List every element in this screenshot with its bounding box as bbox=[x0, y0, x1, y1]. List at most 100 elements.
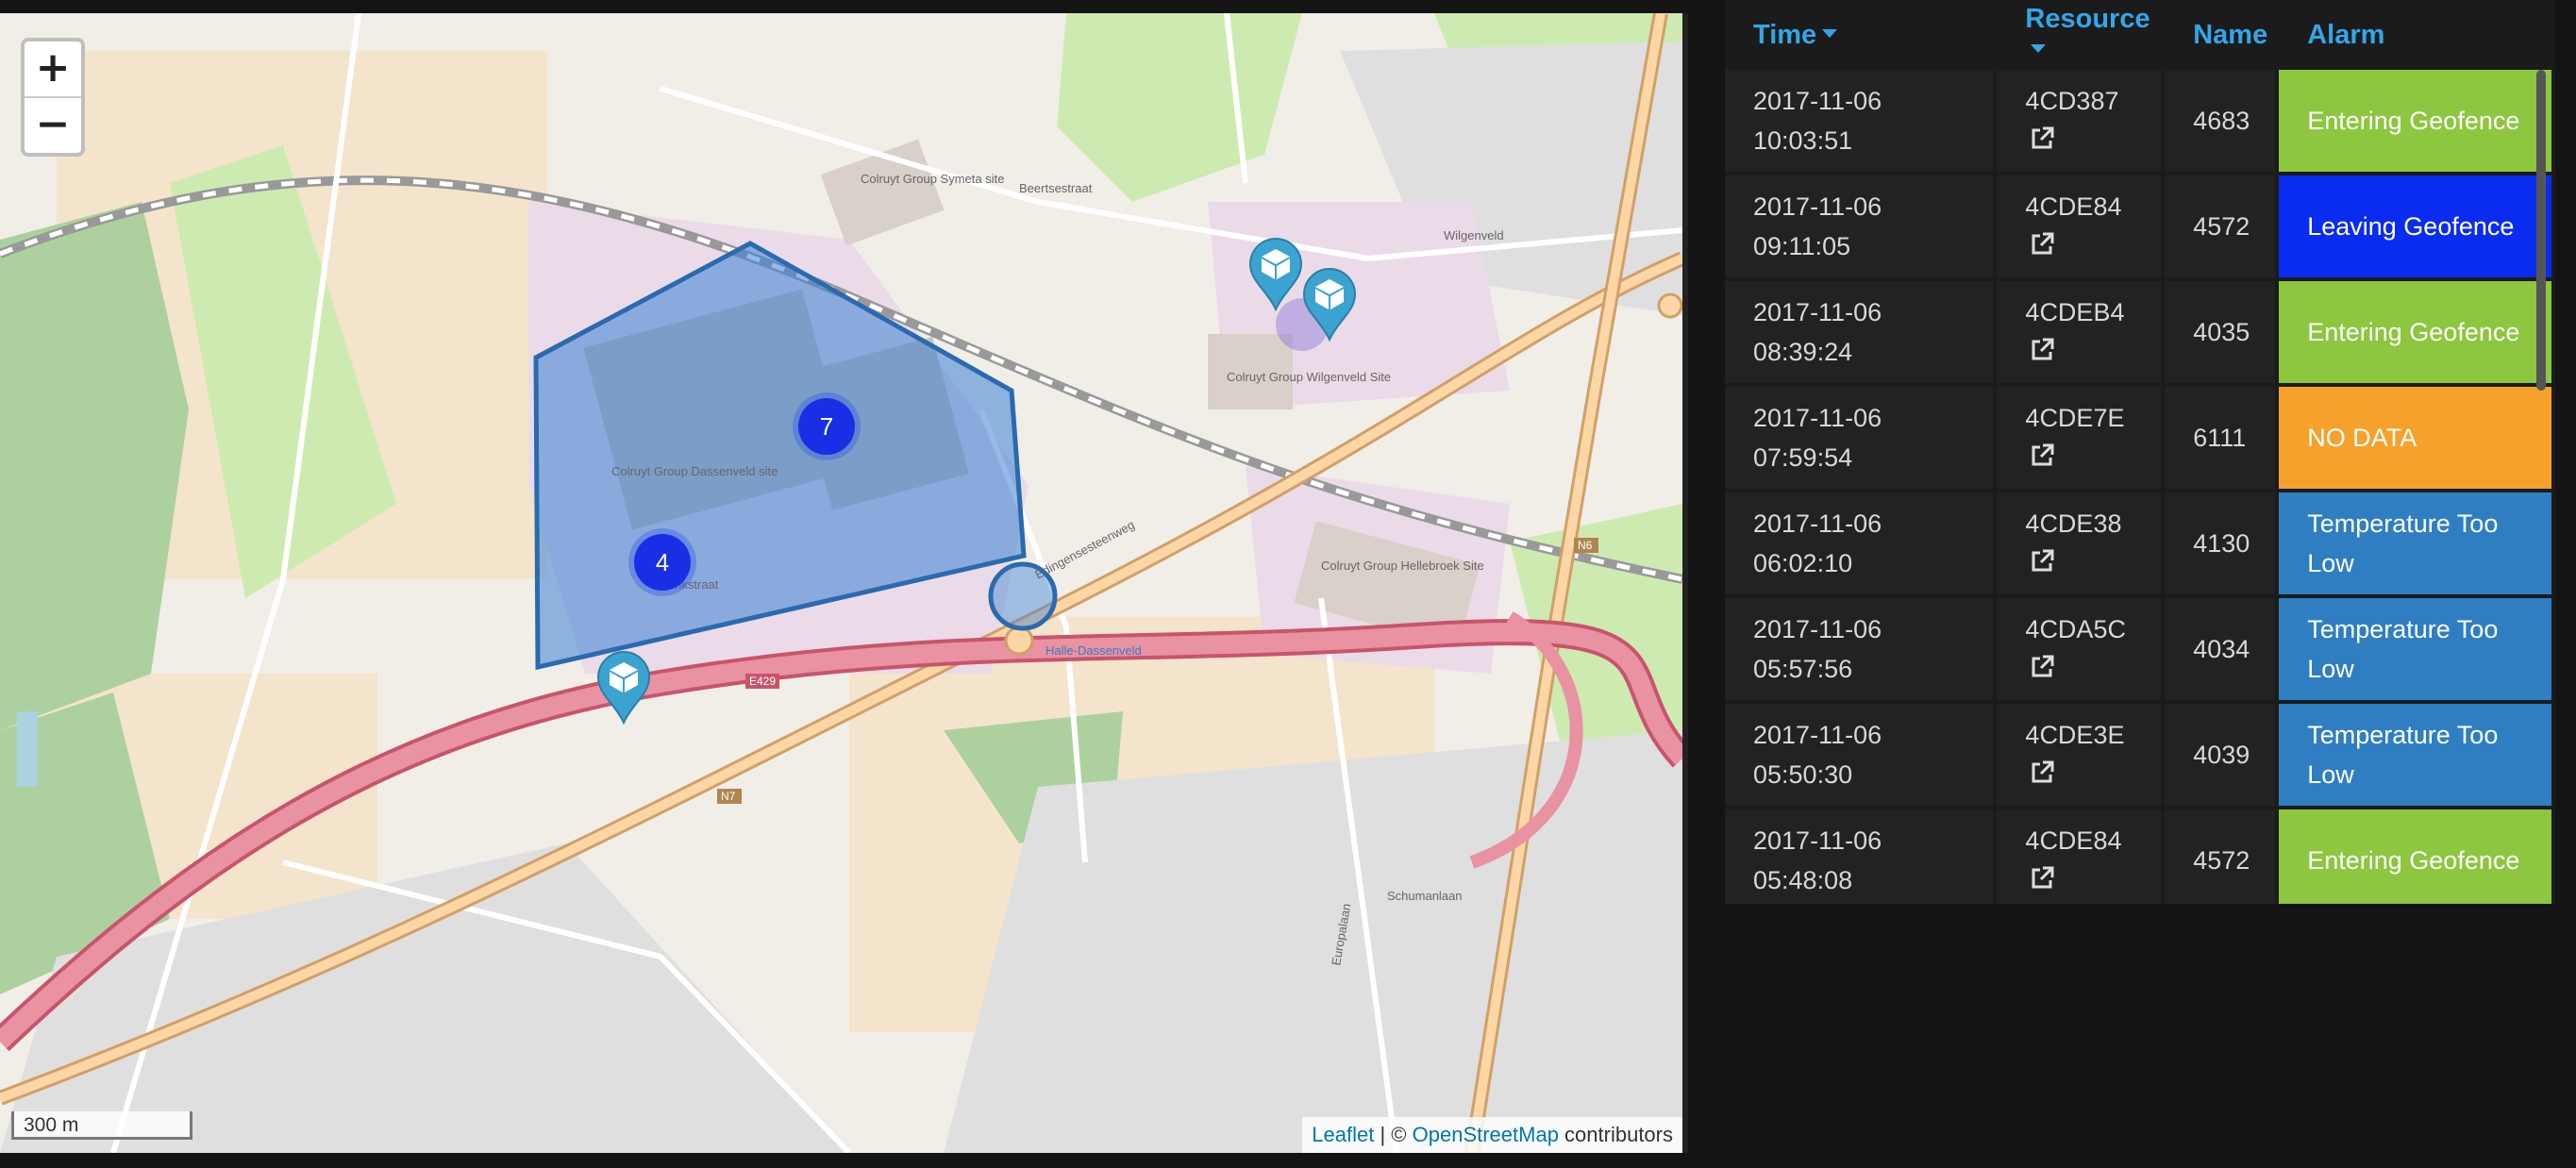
map-label-e429: E429 bbox=[749, 675, 776, 688]
marker-cluster[interactable]: 7 bbox=[798, 398, 855, 455]
table-row[interactable]: 2017-11-06 05:48:08 4CDE84 4572 Entering … bbox=[1725, 809, 2555, 904]
event-time: 10:03:51 bbox=[1753, 126, 1853, 155]
event-date: 2017-11-06 bbox=[1753, 615, 1882, 643]
event-time: 08:39:24 bbox=[1753, 338, 1853, 366]
attribution-separator: | © bbox=[1374, 1123, 1413, 1146]
event-name-cell: 4039 bbox=[2165, 704, 2280, 806]
event-time: 05:50:30 bbox=[1753, 760, 1853, 789]
sort-caret-icon bbox=[1822, 28, 1838, 38]
event-resource: 4CDE7E bbox=[2025, 404, 2125, 432]
column-header-resource[interactable]: Resource bbox=[1997, 4, 2165, 66]
external-link-icon[interactable] bbox=[2029, 654, 2055, 680]
leaflet-link[interactable]: Leaflet bbox=[1312, 1123, 1374, 1146]
marker-cluster[interactable]: 4 bbox=[634, 534, 691, 591]
table-row[interactable]: 2017-11-06 06:02:10 4CDE38 4130 Temperatu… bbox=[1725, 492, 2555, 594]
event-date: 2017-11-06 bbox=[1753, 87, 1882, 115]
event-alarm-cell: NO DATA bbox=[2279, 387, 2555, 489]
map-label-wilgenveld-street: Wilgenveld bbox=[1444, 228, 1504, 242]
external-link-icon[interactable] bbox=[2029, 548, 2055, 575]
map-label-n7: N7 bbox=[721, 790, 736, 803]
table-row[interactable]: 2017-11-06 05:57:56 4CDA5C 4034 Temperatu… bbox=[1725, 598, 2555, 700]
column-header-resource-label: Resource bbox=[2025, 4, 2150, 34]
external-link-icon[interactable] bbox=[2029, 337, 2055, 363]
event-resource: 4CDE84 bbox=[2025, 192, 2122, 221]
map-label-n6: N6 bbox=[1578, 539, 1593, 552]
event-resource: 4CDE84 bbox=[2025, 826, 2122, 855]
event-resource: 4CDEB4 bbox=[2025, 298, 2125, 326]
event-time-cell: 2017-11-06 06:02:10 bbox=[1725, 492, 1998, 594]
event-resource-cell: 4CDE38 bbox=[1997, 492, 2166, 594]
map-tiles[interactable]: Colruyt Group Symeta site Colruyt Group … bbox=[0, 13, 1682, 1153]
map-label-hellebroek: Colruyt Group Hellebroek Site bbox=[1321, 559, 1484, 573]
event-name-cell: 4683 bbox=[2165, 70, 2280, 172]
event-name-cell: 4572 bbox=[2165, 175, 2280, 277]
external-link-icon[interactable] bbox=[2029, 759, 2055, 786]
column-header-time[interactable]: Time bbox=[1725, 4, 1997, 66]
table-row[interactable]: 2017-11-06 10:03:51 4CD387 4683 Entering … bbox=[1725, 70, 2555, 172]
zoom-out-button[interactable]: − bbox=[25, 96, 81, 153]
event-time: 06:02:10 bbox=[1753, 549, 1853, 577]
column-header-alarm[interactable]: Alarm bbox=[2279, 4, 2555, 66]
map-attribution: Leaflet | © OpenStreetMap contributors bbox=[1302, 1117, 1682, 1153]
map-marker-icon[interactable] bbox=[1248, 238, 1303, 311]
table-row[interactable]: 2017-11-06 08:39:24 4CDEB4 4035 Entering … bbox=[1725, 281, 2555, 383]
map-panel[interactable]: Colruyt Group Symeta site Colruyt Group … bbox=[0, 13, 1688, 1153]
external-link-icon[interactable] bbox=[2029, 865, 2055, 892]
event-time-cell: 2017-11-06 07:59:54 bbox=[1725, 387, 1998, 489]
map-marker-icon[interactable] bbox=[596, 651, 651, 725]
event-name-cell: 6111 bbox=[2165, 387, 2280, 489]
events-scrollbar[interactable] bbox=[2536, 70, 2546, 391]
events-panel: Time Resource Name Alarm 2017-11-06 10:03… bbox=[1725, 0, 2555, 904]
event-date: 2017-11-06 bbox=[1753, 404, 1882, 432]
event-alarm-cell: Temperature Too Low bbox=[2279, 598, 2555, 700]
table-row[interactable]: 2017-11-06 05:50:30 4CDE3E 4039 Temperatu… bbox=[1725, 704, 2555, 806]
event-date: 2017-11-06 bbox=[1753, 826, 1882, 855]
event-time: 09:11:05 bbox=[1753, 232, 1851, 260]
zoom-in-button[interactable]: + bbox=[25, 42, 81, 96]
map-label-dassenveld: Colruyt Group Dassenveld site bbox=[611, 464, 778, 478]
event-resource-cell: 4CDE7E bbox=[1997, 387, 2166, 489]
column-header-time-label: Time bbox=[1753, 19, 1817, 50]
table-header-row: Time Resource Name Alarm bbox=[1725, 4, 2555, 66]
event-date: 2017-11-06 bbox=[1753, 192, 1882, 221]
event-date: 2017-11-06 bbox=[1753, 509, 1882, 538]
event-resource-cell: 4CDE84 bbox=[1997, 809, 2166, 904]
map-label-wilgenveld: Colruyt Group Wilgenveld Site bbox=[1227, 370, 1391, 384]
event-time: 05:48:08 bbox=[1753, 866, 1853, 894]
event-time-cell: 2017-11-06 05:57:56 bbox=[1725, 598, 1998, 700]
event-resource: 4CD387 bbox=[2025, 87, 2119, 115]
event-time-cell: 2017-11-06 05:50:30 bbox=[1725, 704, 1998, 806]
external-link-icon[interactable] bbox=[2029, 442, 2055, 469]
map-label-beertsestraat: Beertsestraat bbox=[1019, 181, 1093, 195]
event-resource-cell: 4CDE3E bbox=[1997, 704, 2166, 806]
event-alarm-cell: Entering Geofence bbox=[2279, 281, 2555, 383]
event-date: 2017-11-06 bbox=[1753, 721, 1882, 749]
event-resource-cell: 4CD387 bbox=[1997, 70, 2166, 172]
event-resource-cell: 4CDEB4 bbox=[1997, 281, 2166, 383]
column-header-name[interactable]: Name bbox=[2165, 4, 2279, 66]
event-alarm-cell: Temperature Too Low bbox=[2279, 704, 2555, 806]
event-time: 07:59:54 bbox=[1753, 443, 1853, 472]
event-time-cell: 2017-11-06 08:39:24 bbox=[1725, 281, 1998, 383]
sort-caret-icon bbox=[2031, 44, 2047, 53]
map-label-schumanlaan: Schumanlaan bbox=[1387, 889, 1463, 903]
table-row[interactable]: 2017-11-06 07:59:54 4CDE7E 6111 NO DATA bbox=[1725, 387, 2555, 489]
zoom-control: + − bbox=[21, 38, 85, 157]
event-alarm-cell: Entering Geofence bbox=[2279, 809, 2555, 904]
events-table: Time Resource Name Alarm 2017-11-06 10:03… bbox=[1725, 0, 2555, 904]
attribution-suffix: contributors bbox=[1558, 1123, 1673, 1146]
event-name-cell: 4572 bbox=[2165, 809, 2280, 904]
event-alarm-cell: Entering Geofence bbox=[2279, 70, 2555, 172]
map-marker-icon[interactable] bbox=[1302, 268, 1357, 342]
scale-bar: 300 m bbox=[11, 1111, 192, 1140]
map-label-halle-dassenveld: Halle-Dassenveld bbox=[1045, 643, 1142, 658]
event-alarm-cell: Temperature Too Low bbox=[2279, 492, 2555, 594]
event-name-cell: 4035 bbox=[2165, 281, 2280, 383]
table-row[interactable]: 2017-11-06 09:11:05 4CDE84 4572 Leaving G… bbox=[1725, 175, 2555, 277]
external-link-icon[interactable] bbox=[2029, 231, 2055, 258]
external-link-icon[interactable] bbox=[2029, 125, 2055, 152]
event-name-cell: 4130 bbox=[2165, 492, 2280, 594]
event-resource: 4CDA5C bbox=[2025, 615, 2126, 643]
openstreetmap-link[interactable]: OpenStreetMap bbox=[1413, 1123, 1559, 1146]
event-date: 2017-11-06 bbox=[1753, 298, 1882, 326]
